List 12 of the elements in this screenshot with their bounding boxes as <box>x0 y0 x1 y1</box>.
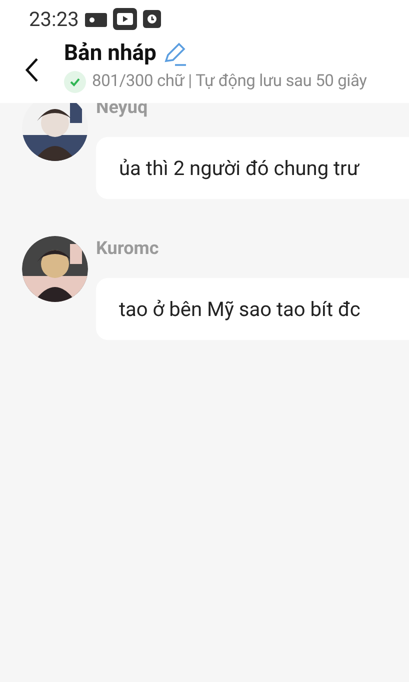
author-name: Neyuq <box>96 96 149 120</box>
word-count-status: 801/300 chữ | Tự động lưu sau 50 giây <box>92 71 367 93</box>
pencil-icon[interactable] <box>162 41 188 67</box>
back-icon <box>25 57 39 83</box>
message-bubble: tao ở bên Mỹ sao tao bít đc <box>96 278 409 340</box>
message-bubble: ủa thì 2 người đó chung trư <box>96 137 409 199</box>
author-name: Kuromc <box>96 237 160 261</box>
status-time: 23:23 <box>29 6 79 33</box>
draft-title: Bản nháp <box>64 40 156 68</box>
play-icon <box>112 8 137 30</box>
video-camera-icon <box>84 11 107 27</box>
clock-icon <box>142 10 161 28</box>
